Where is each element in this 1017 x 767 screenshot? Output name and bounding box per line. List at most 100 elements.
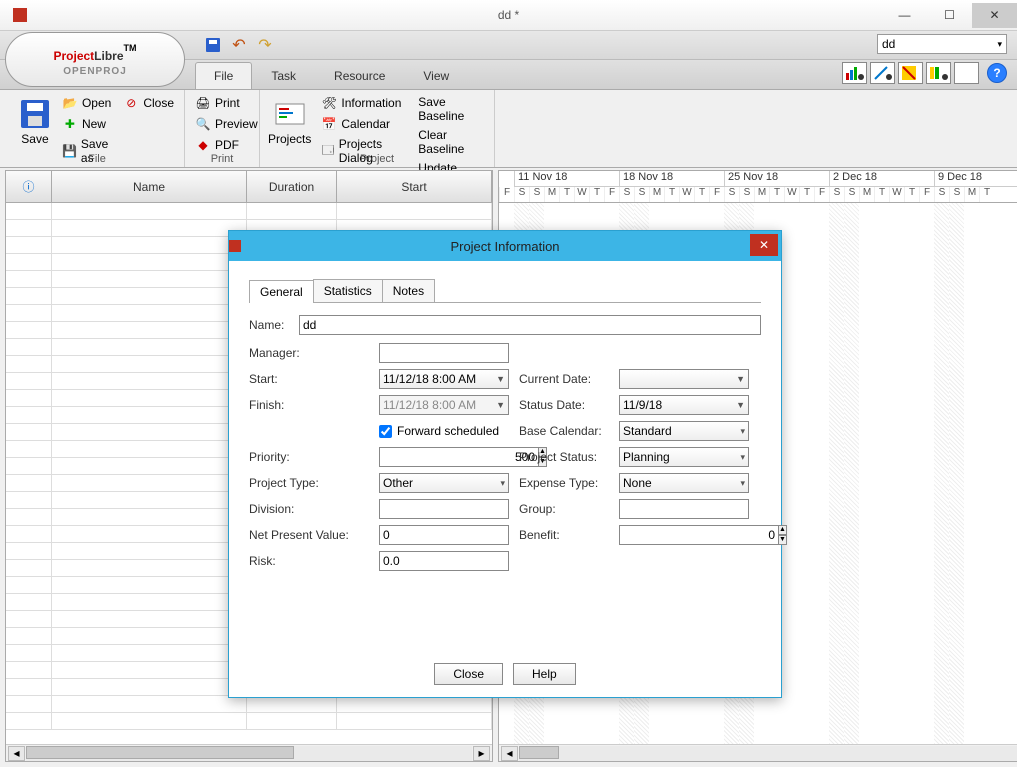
information-icon: 🛠 (321, 95, 337, 111)
base-calendar-label: Base Calendar: (519, 424, 609, 438)
projects-button[interactable]: Projects (268, 94, 311, 150)
forward-scheduled-checkbox[interactable]: Forward scheduled (379, 424, 509, 438)
tab-task[interactable]: Task (252, 62, 315, 89)
close-file-icon: ⊘ (123, 95, 139, 111)
dialog-close-button[interactable]: ✕ (750, 234, 778, 256)
dialog-titlebar[interactable]: Project Information ✕ (229, 231, 781, 261)
division-field[interactable] (379, 499, 509, 519)
scroll-left-icon[interactable]: ◂ (501, 746, 518, 761)
timeline-day-label: S (844, 187, 859, 203)
folder-open-icon: 📂 (62, 95, 78, 111)
project-selector[interactable]: dd ▾ (877, 34, 1007, 54)
spin-up-icon[interactable]: ▲ (779, 525, 787, 535)
print-button[interactable]: 🖨Print (193, 94, 260, 112)
tab-view[interactable]: View (404, 62, 468, 89)
tab-statistics[interactable]: Statistics (313, 279, 383, 302)
app-logo[interactable]: ProjectLibreTM OPENPROJ (5, 32, 185, 87)
timeline-day-label: T (979, 187, 994, 203)
grid-col-info[interactable]: ⓘ (6, 171, 52, 202)
priority-field[interactable]: ▲▼ (379, 447, 509, 467)
name-label: Name: (249, 318, 289, 332)
finish-label: Finish: (249, 398, 369, 412)
start-label: Start: (249, 372, 369, 386)
grid-hscroll[interactable]: ◂ ▸ (6, 744, 492, 761)
dialog-close-btn[interactable]: Close (434, 663, 503, 685)
timeline-day-label: T (664, 187, 679, 203)
timeline-week-label: 9 Dec 18 (934, 171, 1017, 186)
view-icon-5[interactable] (954, 62, 979, 84)
timeline-day-label: S (514, 187, 529, 203)
finish-field[interactable]: 11/12/18 8:00 AM▼ (379, 395, 509, 415)
manager-field[interactable] (379, 343, 509, 363)
project-type-label: Project Type: (249, 476, 369, 490)
timeline-day-label: S (739, 187, 754, 203)
current-date-field[interactable]: ▼ (619, 369, 749, 389)
save-icon[interactable] (205, 37, 221, 53)
open-button[interactable]: 📂Open (60, 94, 113, 112)
base-calendar-field[interactable]: Standard▾ (619, 421, 749, 441)
project-status-field[interactable]: Planning▾ (619, 447, 749, 467)
chevron-down-icon: ▼ (496, 400, 505, 410)
scroll-right-icon[interactable]: ▸ (473, 746, 490, 761)
preview-icon: 🔍 (195, 116, 211, 132)
tab-file[interactable]: File (195, 62, 252, 89)
preview-button[interactable]: 🔍Preview (193, 115, 260, 133)
save-baseline-button[interactable]: Save Baseline (416, 94, 486, 124)
grid-col-start[interactable]: Start (337, 171, 492, 202)
chevron-down-icon: ▾ (997, 39, 1002, 50)
table-row[interactable] (6, 696, 492, 713)
table-row[interactable] (6, 203, 492, 220)
new-icon: ✚ (62, 116, 78, 132)
timeline-day-label: F (709, 187, 724, 203)
file-group-label: File (10, 153, 184, 165)
view-icon-3[interactable] (898, 62, 923, 84)
tab-resource[interactable]: Resource (315, 62, 404, 89)
timeline-week-label: 25 Nov 18 (724, 171, 829, 186)
view-icon-1[interactable] (842, 62, 867, 84)
timeline-day-label: S (724, 187, 739, 203)
view-icon-2[interactable] (870, 62, 895, 84)
benefit-field[interactable]: ▲▼ (619, 525, 749, 545)
start-field[interactable]: 11/12/18 8:00 AM▼ (379, 369, 509, 389)
table-row[interactable] (6, 713, 492, 730)
window-titlebar: dd * — ☐ ✕ (0, 0, 1017, 30)
grid-col-name[interactable]: Name (52, 171, 247, 202)
project-group-label: Project (260, 153, 494, 165)
current-date-label: Current Date: (519, 372, 609, 386)
help-icon[interactable]: ? (987, 63, 1007, 83)
status-date-field[interactable]: 11/9/18▼ (619, 395, 749, 415)
gantt-hscroll[interactable]: ◂ ▸ (499, 744, 1017, 761)
new-button[interactable]: ✚New (60, 115, 113, 133)
chevron-down-icon: ▼ (736, 400, 745, 410)
timeline-day-label: F (919, 187, 934, 203)
chevron-down-icon: ▼ (736, 374, 745, 384)
spin-down-icon[interactable]: ▼ (779, 535, 787, 545)
view-icon-4[interactable] (926, 62, 951, 84)
npv-field[interactable] (379, 525, 509, 545)
grid-col-duration[interactable]: Duration (247, 171, 337, 202)
division-label: Division: (249, 502, 369, 516)
group-label: Group: (519, 502, 609, 516)
project-type-field[interactable]: Other▾ (379, 473, 509, 493)
tab-general[interactable]: General (249, 280, 314, 303)
timeline-day-label: S (934, 187, 949, 203)
redo-icon[interactable]: ↷ (257, 37, 273, 53)
scroll-left-icon[interactable]: ◂ (8, 746, 25, 761)
tab-notes[interactable]: Notes (382, 279, 435, 302)
information-button[interactable]: 🛠Information (319, 94, 408, 112)
save-button[interactable]: Save (18, 94, 52, 150)
print-icon: 🖨 (195, 95, 211, 111)
calendar-button[interactable]: 📅Calendar (319, 115, 408, 133)
dialog-tabs: General Statistics Notes (249, 279, 761, 303)
expense-type-field[interactable]: None▾ (619, 473, 749, 493)
dialog-help-btn[interactable]: Help (513, 663, 576, 685)
pdf-button[interactable]: ◆PDF (193, 136, 260, 154)
undo-icon[interactable]: ↶ (231, 37, 247, 53)
name-field[interactable] (299, 315, 761, 335)
risk-field[interactable] (379, 551, 509, 571)
group-field[interactable] (619, 499, 749, 519)
timeline-day-label: M (754, 187, 769, 203)
close-file-button[interactable]: ⊘Close (121, 94, 176, 112)
chevron-down-icon: ▾ (740, 478, 745, 489)
dialog-title: Project Information (229, 239, 781, 254)
